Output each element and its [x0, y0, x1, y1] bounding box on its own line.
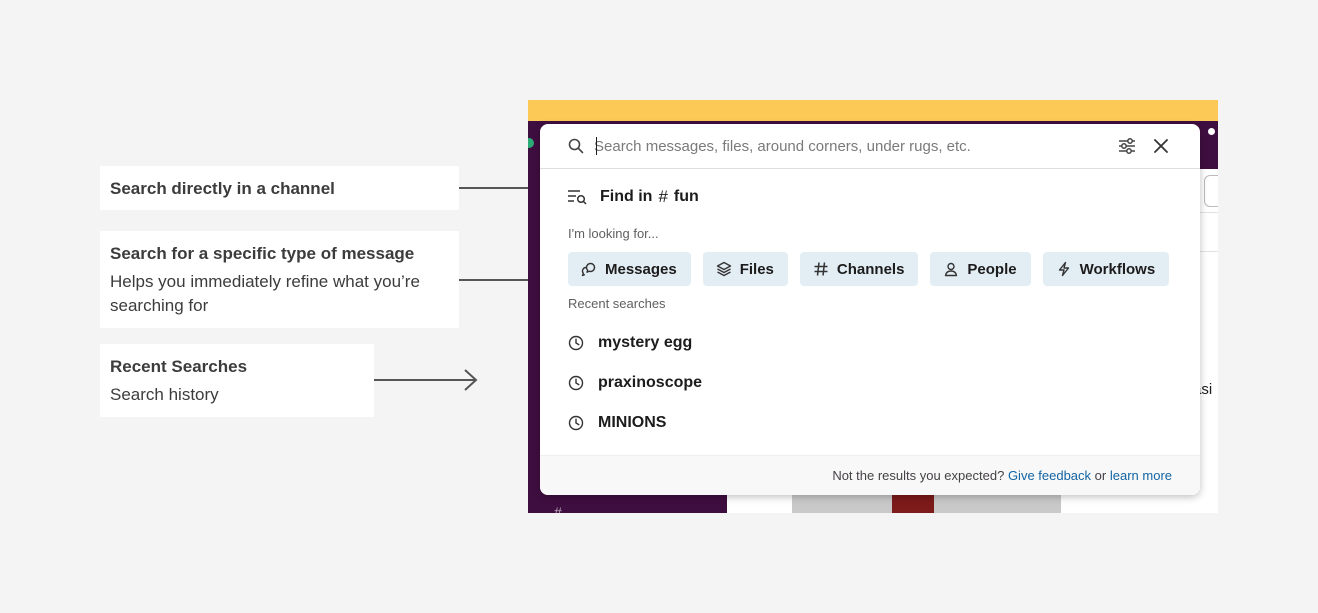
chip-files[interactable]: Files — [702, 252, 788, 286]
callout-title: Search for a specific type of message — [110, 244, 415, 263]
messages-icon — [581, 262, 596, 277]
text-cursor — [596, 137, 597, 155]
looking-for-label: I'm looking for... — [568, 226, 659, 241]
callout-channel-search: Search directly in a channel — [100, 166, 459, 210]
chip-label: Channels — [836, 260, 905, 278]
chip-messages[interactable]: Messages — [568, 252, 691, 286]
recent-search-text: MINIONS — [598, 414, 667, 431]
callout-recent-searches: Recent Searches Search history — [100, 344, 374, 417]
footer-or: or — [1094, 468, 1107, 483]
clock-icon — [568, 415, 584, 431]
recent-search-text: praxinoscope — [598, 374, 703, 391]
callout-title: Search directly in a channel — [110, 179, 335, 198]
footer-text: Not the results you expected? — [832, 468, 1005, 483]
recent-search-item[interactable]: MINIONS — [568, 412, 666, 434]
people-icon — [945, 262, 958, 277]
sidebar-item-partial[interactable]: # ... — [554, 504, 577, 513]
hash-icon — [814, 262, 828, 276]
find-in-channel-icon — [568, 190, 587, 205]
chip-label: Files — [739, 260, 774, 278]
chip-label: Workflows — [1079, 260, 1156, 278]
chip-workflows[interactable]: Workflows — [1042, 252, 1170, 286]
files-icon — [716, 261, 731, 277]
find-in-channel[interactable]: Find in # fun — [567, 186, 699, 208]
search-bar — [540, 124, 1200, 169]
search-input[interactable] — [594, 132, 1094, 160]
filter-icon[interactable] — [1117, 136, 1137, 156]
arrow-icon — [374, 369, 478, 391]
chip-label: Messages — [605, 260, 677, 278]
recent-search-text: mystery egg — [598, 334, 693, 351]
chip-channels[interactable]: Channels — [799, 252, 919, 286]
callout-subtitle: Helps you immediately refine what you’re… — [110, 272, 420, 315]
channel-name: fun — [673, 188, 699, 205]
callout-subtitle: Search history — [110, 385, 219, 404]
find-in-label: Find in — [600, 188, 653, 205]
notification-dot-icon — [1208, 128, 1215, 135]
workflows-icon — [1058, 261, 1069, 277]
search-panel: Find in # fun I'm looking for... Message… — [540, 124, 1200, 495]
search-footer: Not the results you expected? Give feedb… — [540, 455, 1200, 495]
callout-message-type: Search for a specific type of message He… — [100, 231, 459, 328]
filter-chips: Messages Files Channels People Workflows — [568, 252, 1170, 286]
hash-icon: # — [658, 187, 668, 206]
clock-icon — [568, 375, 584, 391]
search-icon — [568, 138, 584, 154]
give-feedback-link[interactable]: Give feedback — [1008, 468, 1091, 483]
clock-icon — [568, 335, 584, 351]
recent-searches-label: Recent searches — [568, 296, 666, 311]
callout-title: Recent Searches — [110, 357, 248, 376]
close-icon[interactable] — [1152, 137, 1170, 155]
recent-search-item[interactable]: praxinoscope — [568, 372, 702, 394]
banner — [528, 100, 1218, 121]
header-button[interactable] — [1204, 175, 1218, 207]
learn-more-link[interactable]: learn more — [1110, 468, 1172, 483]
recent-search-item[interactable]: mystery egg — [568, 332, 692, 354]
chip-label: People — [967, 260, 1017, 278]
chip-people[interactable]: People — [930, 252, 1031, 286]
